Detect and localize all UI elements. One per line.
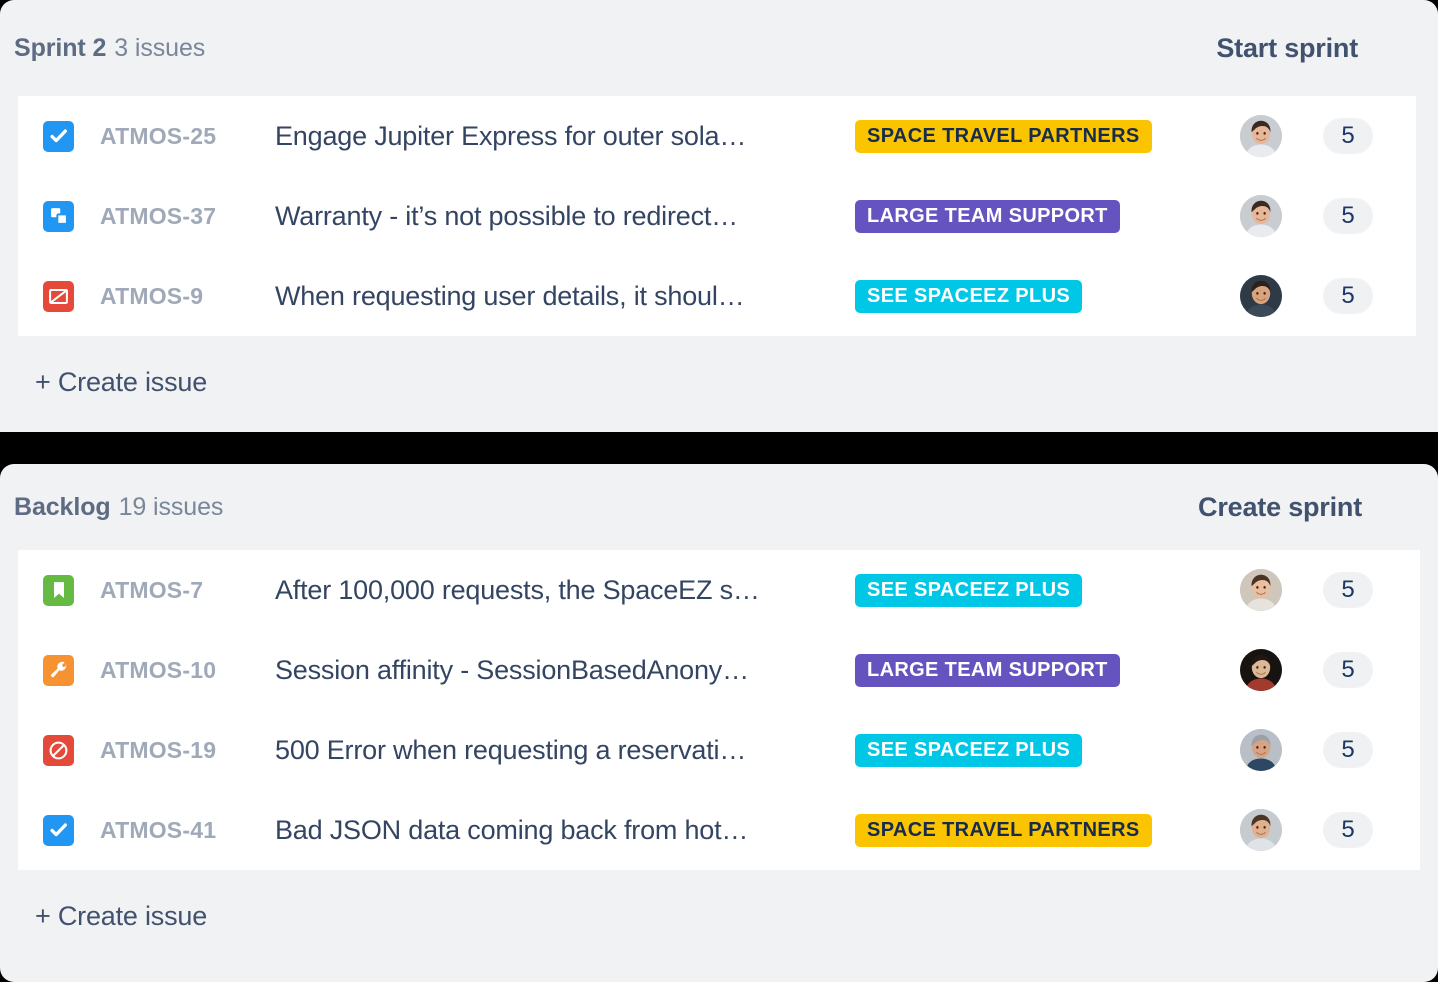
issue-title[interactable]: Bad JSON data coming back from hot…	[275, 815, 855, 846]
sprint-title: Sprint 2	[14, 33, 107, 62]
issue-row[interactable]: ATMOS-7 After 100,000 requests, the Space…	[18, 550, 1420, 630]
assignee-cell	[1240, 115, 1318, 157]
check-square-icon	[43, 814, 74, 846]
backlog-title: Backlog	[14, 492, 111, 521]
sprint-panel-header: Sprint 2 3 issues Start sprint	[0, 0, 1438, 96]
story-points-cell: 5	[1318, 652, 1378, 688]
avatar[interactable]	[1240, 729, 1282, 771]
issue-key[interactable]: ATMOS-10	[100, 657, 275, 684]
story-points-badge[interactable]: 5	[1323, 652, 1373, 688]
story-points-badge[interactable]: 5	[1323, 572, 1373, 608]
issue-row[interactable]: ATMOS-25 Engage Jupiter Express for outer…	[18, 96, 1416, 176]
story-points-cell: 5	[1318, 198, 1378, 234]
issue-title[interactable]: 500 Error when requesting a reservati…	[275, 735, 855, 766]
issue-row[interactable]: ATMOS-41 Bad JSON data coming back from h…	[18, 790, 1420, 870]
issue-label-cell: SEE SPACEEZ PLUS	[855, 573, 1240, 607]
story-points-badge[interactable]: 5	[1323, 278, 1373, 314]
story-points-badge[interactable]: 5	[1323, 732, 1373, 768]
issue-key[interactable]: ATMOS-37	[100, 203, 275, 230]
issue-label-chip[interactable]: SEE SPACEEZ PLUS	[855, 733, 1083, 767]
issue-label-cell: LARGE TEAM SUPPORT	[855, 199, 1240, 233]
issue-title[interactable]: Warranty - it’s not possible to redirect…	[275, 201, 855, 232]
issue-row[interactable]: ATMOS-37 Warranty - it’s not possible to …	[18, 176, 1416, 256]
assignee-cell	[1240, 809, 1318, 851]
issue-label-chip[interactable]: LARGE TEAM SUPPORT	[855, 653, 1120, 687]
check-square-icon	[43, 120, 74, 152]
sprint-issue-count: 3 issues	[114, 33, 206, 62]
issue-label-chip[interactable]: SEE SPACEEZ PLUS	[855, 279, 1083, 313]
backlog-issue-list: ATMOS-7 After 100,000 requests, the Space…	[18, 550, 1420, 870]
story-points-badge[interactable]: 5	[1323, 118, 1373, 154]
assignee-cell	[1240, 729, 1318, 771]
issue-label-chip[interactable]: SPACE TRAVEL PARTNERS	[855, 813, 1152, 847]
story-points-cell: 5	[1318, 812, 1378, 848]
issue-title[interactable]: When requesting user details, it shoul…	[275, 281, 855, 312]
backlog-panel-header: Backlog 19 issues Create sprint	[0, 464, 1438, 550]
issue-key[interactable]: ATMOS-25	[100, 123, 275, 150]
issue-key[interactable]: ATMOS-19	[100, 737, 275, 764]
issue-key[interactable]: ATMOS-7	[100, 577, 275, 604]
assignee-cell	[1240, 195, 1318, 237]
assignee-cell	[1240, 569, 1318, 611]
issue-title[interactable]: After 100,000 requests, the SpaceEZ s…	[275, 575, 855, 606]
create-sprint-button[interactable]: Create sprint	[1198, 492, 1422, 523]
issue-key[interactable]: ATMOS-9	[100, 283, 275, 310]
backlog-issue-count: 19 issues	[118, 492, 224, 521]
issue-label-cell: SEE SPACEEZ PLUS	[855, 279, 1240, 313]
avatar[interactable]	[1240, 195, 1282, 237]
story-points-cell: 5	[1318, 572, 1378, 608]
bookmark-icon	[43, 574, 74, 606]
backlog-create-issue-button[interactable]: + Create issue	[0, 870, 1438, 962]
story-points-cell: 5	[1318, 732, 1378, 768]
backlog-header-left: Backlog 19 issues	[14, 493, 223, 522]
issue-label-chip[interactable]: SPACE TRAVEL PARTNERS	[855, 119, 1152, 153]
assignee-cell	[1240, 649, 1318, 691]
avatar[interactable]	[1240, 115, 1282, 157]
issue-label-chip[interactable]: SEE SPACEEZ PLUS	[855, 573, 1083, 607]
story-points-badge[interactable]: 5	[1323, 812, 1373, 848]
avatar[interactable]	[1240, 649, 1282, 691]
backlog-page: Sprint 2 3 issues Start sprint ATMOS-25 E…	[0, 0, 1438, 982]
issue-label-cell: LARGE TEAM SUPPORT	[855, 653, 1240, 687]
issue-row[interactable]: ATMOS-10 Session affinity - SessionBasedA…	[18, 630, 1420, 710]
error-slash-icon	[43, 280, 74, 312]
sprint-create-issue-button[interactable]: + Create issue	[0, 336, 1438, 428]
backlog-panel: Backlog 19 issues Create sprint ATMOS-7 A…	[0, 464, 1438, 982]
issue-label-cell: SEE SPACEEZ PLUS	[855, 733, 1240, 767]
issue-label-chip[interactable]: LARGE TEAM SUPPORT	[855, 199, 1120, 233]
issue-title[interactable]: Session affinity - SessionBasedAnony…	[275, 655, 855, 686]
start-sprint-button[interactable]: Start sprint	[1216, 33, 1422, 64]
story-points-badge[interactable]: 5	[1323, 198, 1373, 234]
issue-title[interactable]: Engage Jupiter Express for outer sola…	[275, 121, 855, 152]
issue-label-cell: SPACE TRAVEL PARTNERS	[855, 119, 1240, 153]
issue-row[interactable]: ATMOS-19 500 Error when requesting a rese…	[18, 710, 1420, 790]
avatar[interactable]	[1240, 569, 1282, 611]
sprint-panel: Sprint 2 3 issues Start sprint ATMOS-25 E…	[0, 0, 1438, 432]
wrench-icon	[43, 654, 74, 686]
panel-separator	[0, 432, 1438, 464]
issue-key[interactable]: ATMOS-41	[100, 817, 275, 844]
story-points-cell: 5	[1318, 118, 1378, 154]
issue-label-cell: SPACE TRAVEL PARTNERS	[855, 813, 1240, 847]
no-entry-icon	[43, 734, 74, 766]
issue-row[interactable]: ATMOS-9 When requesting user details, it …	[18, 256, 1416, 336]
story-points-cell: 5	[1318, 278, 1378, 314]
sprint-issue-list: ATMOS-25 Engage Jupiter Express for outer…	[18, 96, 1416, 336]
sprint-header-left: Sprint 2 3 issues	[14, 34, 205, 63]
avatar[interactable]	[1240, 809, 1282, 851]
assignee-cell	[1240, 275, 1318, 317]
avatar[interactable]	[1240, 275, 1282, 317]
subtask-icon	[43, 200, 74, 232]
